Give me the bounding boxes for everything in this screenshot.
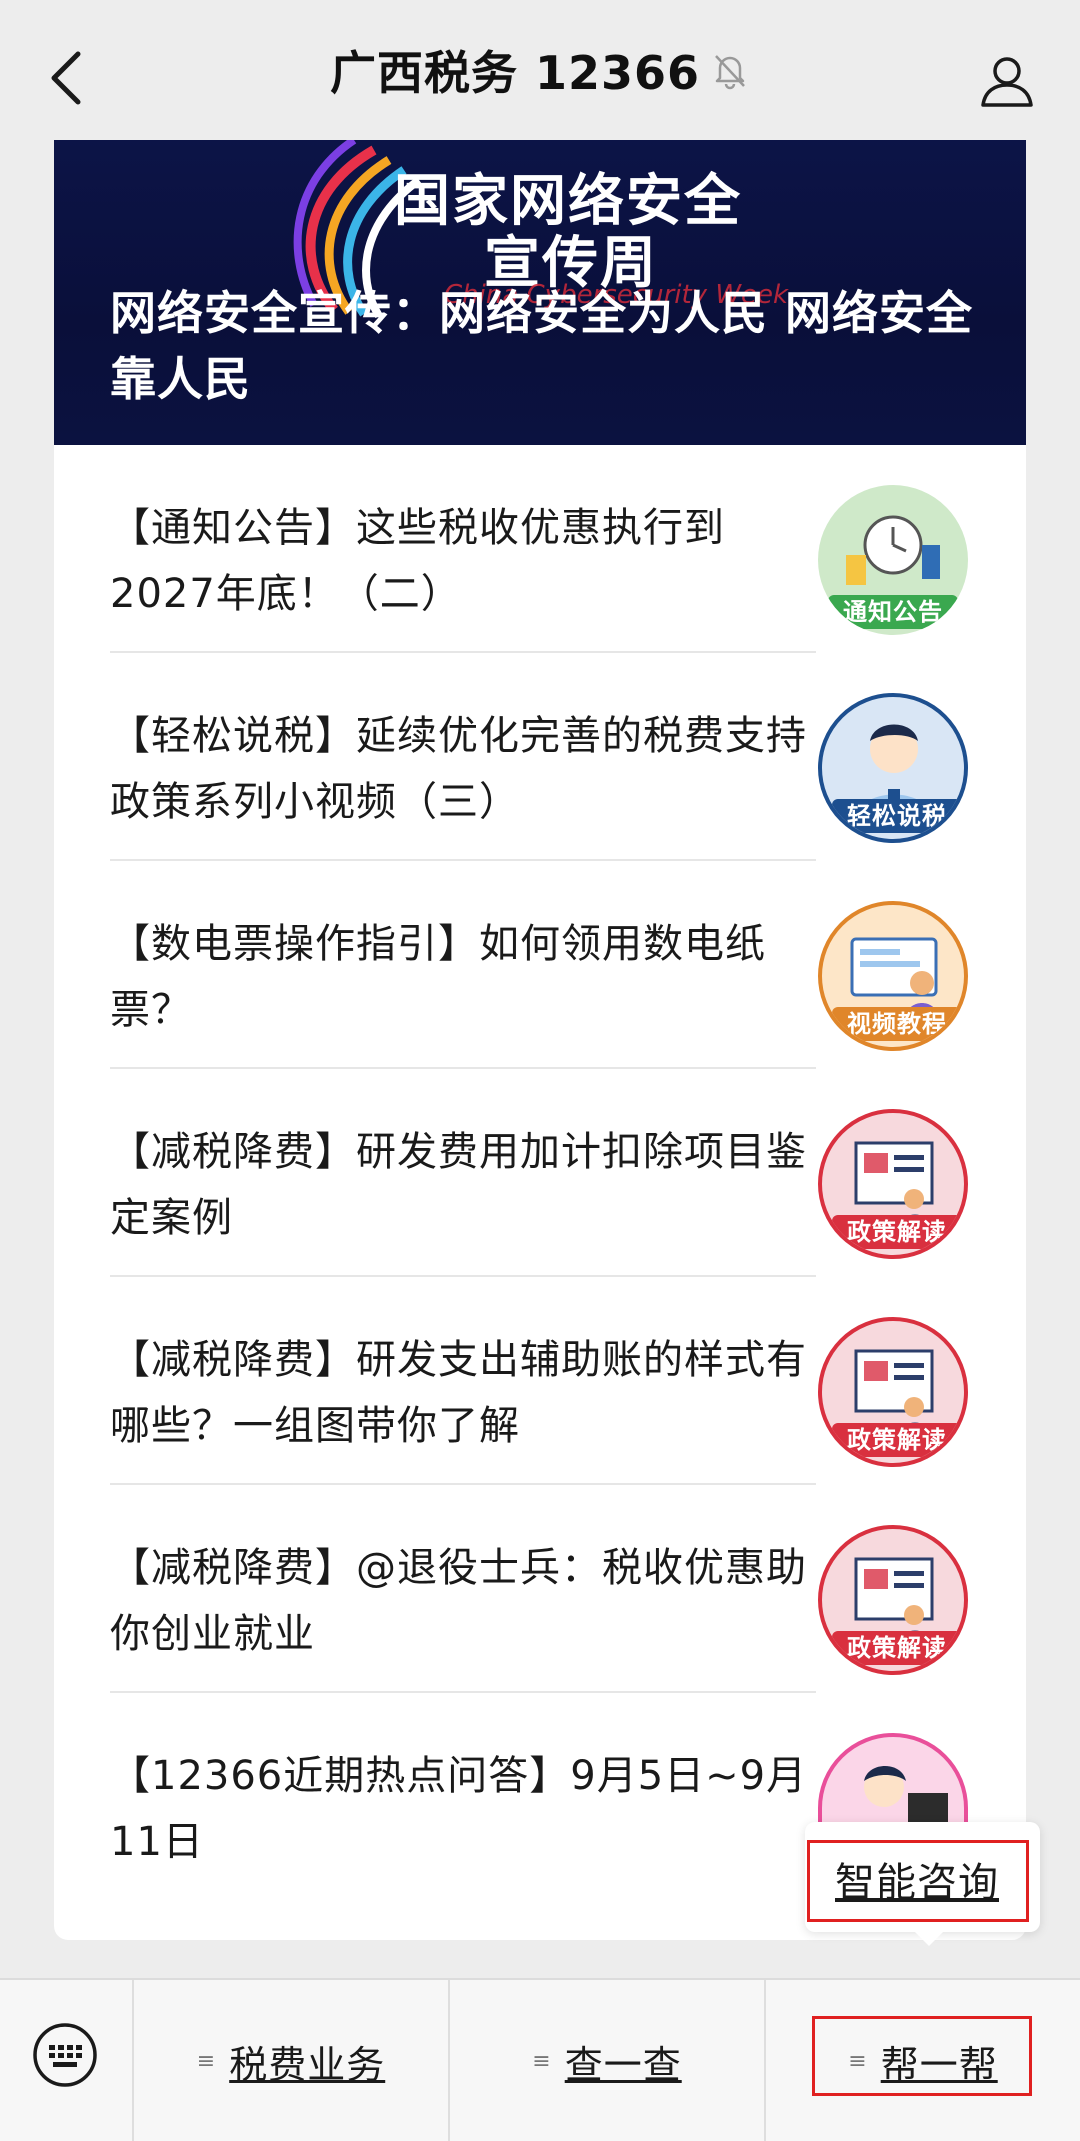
person-icon <box>981 57 1033 107</box>
menu-label: 帮一帮 <box>880 2043 998 2087</box>
title-wrap: 广西税务 12366 <box>330 37 750 103</box>
menu-tax-business[interactable]: ≡ 税费业务 <box>134 1980 448 2141</box>
list-item[interactable]: 【减税降费】研发支出辅助账的样式有哪些？一组图带你了解 政策解读 <box>54 1277 1026 1485</box>
article-card: 国家网络安全 宣传周 China Cybersecurity Week 网络安全… <box>54 140 1026 1940</box>
thumbnail-label: 政策解读 <box>832 1631 962 1665</box>
thumbnail-policy-icon: 政策解读 <box>818 1317 968 1467</box>
thumbnail-policy-icon: 政策解读 <box>818 1109 968 1259</box>
menu-list-icon: ≡ <box>532 2049 551 2074</box>
article-title: 【数电票操作指引】如何领用数电纸票？ <box>110 921 766 1033</box>
thumbnail-notice-icon: 通知公告 <box>818 485 968 635</box>
article-title: 【减税降费】@退役士兵：税收优惠助你创业就业 <box>110 1545 807 1657</box>
article-title: 【减税降费】研发费用加计扣除项目鉴定案例 <box>110 1129 807 1241</box>
list-item[interactable]: 【通知公告】这些税收优惠执行到2027年底！（二） 通知公告 <box>54 445 1026 653</box>
keyboard-toggle-button[interactable] <box>30 2020 100 2090</box>
thumbnail-policy-icon: 政策解读 <box>818 1525 968 1675</box>
thumbnail-label: 政策解读 <box>832 1423 962 1457</box>
chevron-left-icon <box>51 51 81 105</box>
article-title: 【轻松说税】延续优化完善的税费支持政策系列小视频（三） <box>110 713 807 825</box>
menu-label: 查一查 <box>564 2043 682 2087</box>
menu-label: 税费业务 <box>229 2043 386 2087</box>
page-title: 广西税务 12366 <box>329 46 701 100</box>
list-item[interactable]: 【数电票操作指引】如何领用数电纸票？ 视频教程 <box>54 861 1026 1069</box>
smart-consult-tooltip[interactable]: 智能咨询 <box>805 1822 1040 1946</box>
article-list: 【通知公告】这些税收优惠执行到2027年底！（二） 通知公告 【轻松说税】延续优… <box>54 445 1026 1940</box>
smart-consult-label: 智能咨询 <box>835 1860 999 1906</box>
banner-article[interactable]: 国家网络安全 宣传周 China Cybersecurity Week 网络安全… <box>54 140 1026 445</box>
thumbnail-label: 通知公告 <box>828 595 958 629</box>
list-item[interactable]: 【轻松说税】延续优化完善的税费支持政策系列小视频（三） 轻松说税 <box>54 653 1026 861</box>
back-button[interactable] <box>40 48 90 108</box>
menu-list-icon: ≡ <box>848 2049 867 2074</box>
menu-check[interactable]: ≡ 查一查 <box>450 1980 764 2141</box>
keyboard-icon <box>33 2023 97 2087</box>
nav-header: 广西税务 12366 <box>0 0 1080 140</box>
bottom-menu-bar: ≡ 税费业务 ≡ 查一查 ≡ 帮一帮 <box>0 1978 1080 2141</box>
menu-help[interactable]: ≡ 帮一帮 <box>766 1980 1080 2141</box>
thumbnail-label: 政策解读 <box>832 1215 962 1249</box>
article-title: 【12366近期热点问答】9月5日~9月11日 <box>110 1753 808 1865</box>
list-item[interactable]: 【减税降费】研发费用加计扣除项目鉴定案例 政策解读 <box>54 1069 1026 1277</box>
article-title: 【减税降费】研发支出辅助账的样式有哪些？一组图带你了解 <box>110 1337 807 1449</box>
bell-slash-icon <box>710 50 750 90</box>
banner-title: 网络安全宣传：网络安全为人民 网络安全靠人民 <box>110 286 974 406</box>
thumbnail-label: 视频教程 <box>832 1007 962 1041</box>
thumbnail-video-tutorial-icon: 视频教程 <box>818 901 968 1051</box>
article-title: 【通知公告】这些税收优惠执行到2027年底！（二） <box>110 505 725 617</box>
list-item[interactable]: 【减税降费】@退役士兵：税收优惠助你创业就业 政策解读 <box>54 1485 1026 1693</box>
thumbnail-tax-officer-icon: 轻松说税 <box>818 693 968 843</box>
profile-button[interactable] <box>974 48 1040 114</box>
menu-list-icon: ≡ <box>196 2049 216 2074</box>
thumbnail-label: 轻松说税 <box>832 799 962 833</box>
